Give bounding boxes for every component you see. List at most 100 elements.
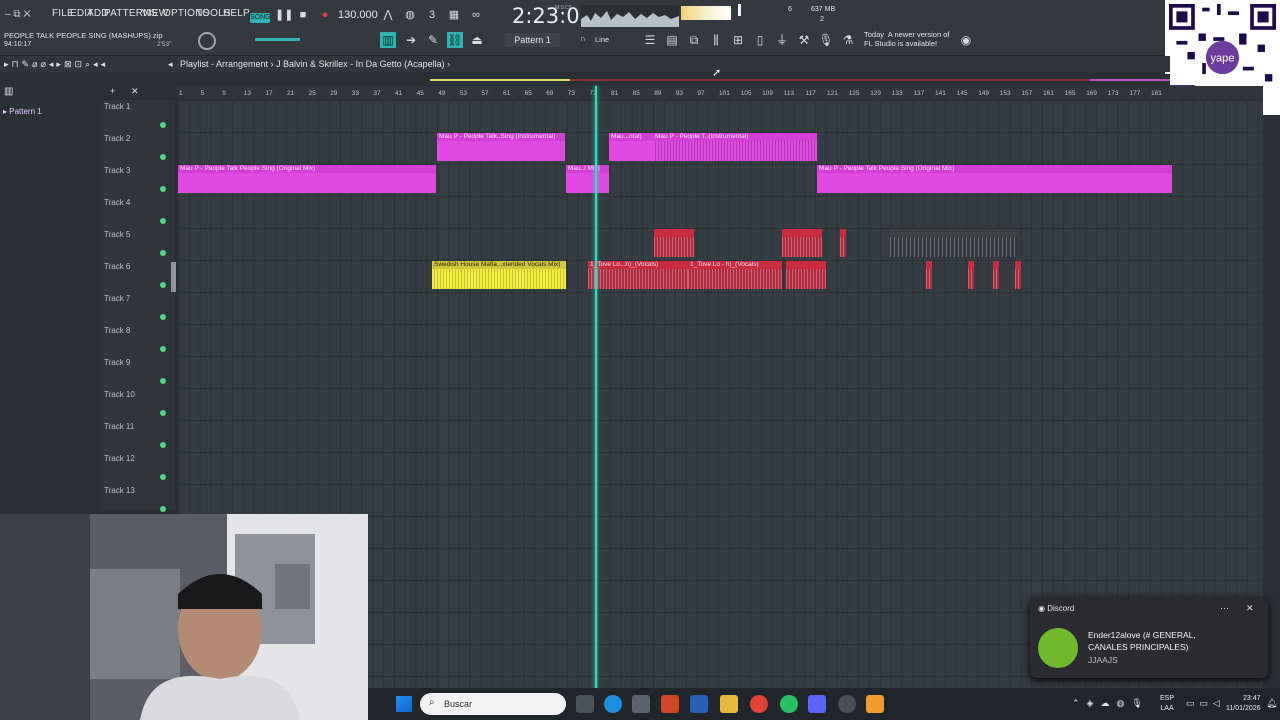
track-name[interactable]: Track 4 [104, 198, 130, 207]
master-pitch-knob[interactable] [198, 32, 216, 50]
start-icon[interactable] [396, 696, 412, 712]
store-icon[interactable] [632, 695, 650, 713]
obs-icon[interactable] [838, 695, 856, 713]
playlist-tools[interactable]: ▸⊓✎⌀⌀◂▸⊠⊡⌕◂◂ [4, 59, 108, 70]
piano-roll-icon[interactable]: ▥ [380, 32, 396, 48]
audio-clip[interactable]: Mau...ntal) [609, 133, 653, 161]
add-icon[interactable]: + [110, 86, 115, 96]
audio-clip[interactable]: 1_Tove Lo - h)_(Vocals) [688, 261, 782, 289]
track-name[interactable]: Track 9 [104, 358, 130, 367]
microphone-icon[interactable]: 🎙︎ [818, 32, 834, 48]
track-name[interactable]: Track 6 [104, 262, 130, 271]
play-pause-button[interactable]: ❚❚ [275, 8, 293, 22]
track-name[interactable]: Track 1 [104, 102, 130, 111]
tray-icons[interactable]: ⌃◈☁◍🎙︎ [1072, 698, 1150, 709]
master-volume-slider[interactable] [255, 38, 300, 41]
globe-icon[interactable]: ◉ [958, 32, 974, 48]
track-name[interactable]: Track 10 [104, 390, 135, 399]
link-icon[interactable]: ⛓ [447, 32, 463, 48]
playlist-icon[interactable]: ☰ [642, 32, 658, 48]
word-icon[interactable] [690, 695, 708, 713]
overview-strip[interactable] [180, 74, 1170, 86]
track-mute-led[interactable] [160, 218, 166, 224]
audio-clip[interactable] [654, 229, 694, 257]
track-mute-led[interactable] [160, 154, 166, 160]
fl-studio-icon[interactable] [866, 695, 884, 713]
audio-clip[interactable] [926, 261, 932, 289]
piano-icon[interactable]: ▥ [4, 86, 13, 97]
audio-clip[interactable] [993, 261, 999, 289]
wait-input-icon[interactable]: ◍ [403, 8, 417, 22]
track-name[interactable]: Track 12 [104, 454, 135, 463]
stamp-icon[interactable]: ⏏ [469, 32, 485, 48]
loop-record-icon[interactable]: ∞ [469, 8, 483, 22]
breadcrumb-song[interactable]: J Balvin & Skrillex - In Da Getto (Acape… [276, 59, 445, 69]
audio-clip[interactable]: 1_Tove Lo...h)_(Vocals) [588, 261, 688, 289]
snap-selector[interactable]: Line [595, 35, 609, 44]
track-mute-led[interactable] [160, 474, 166, 480]
track-name[interactable]: Track 13 [104, 486, 135, 495]
task-view-icon[interactable] [576, 695, 594, 713]
close-icon[interactable]: ✕ [131, 86, 139, 97]
audio-clip[interactable] [1015, 261, 1021, 289]
more-icon[interactable]: ⋯ [1220, 603, 1229, 614]
track-mute-led[interactable] [160, 282, 166, 288]
track-name[interactable]: Track 3 [104, 166, 130, 175]
channel-rack-icon[interactable]: ▤ [664, 32, 680, 48]
track-name[interactable]: Track 11 [104, 422, 134, 431]
track-mute-led[interactable] [160, 186, 166, 192]
paint-tool-icon[interactable]: ✎ [425, 32, 441, 48]
chrome-icon[interactable] [750, 695, 768, 713]
blend-notes-icon[interactable]: ▦ [447, 8, 461, 22]
browser-icon[interactable]: ⊞ [730, 32, 746, 48]
notifications-icon[interactable]: 🔔︎ [1266, 698, 1277, 709]
audio-clip-muted[interactable] [890, 229, 1018, 257]
audio-clip[interactable] [786, 261, 826, 289]
powerpoint-icon[interactable] [661, 695, 679, 713]
menu-help[interactable]: HELP [223, 8, 250, 19]
file-explorer-icon[interactable] [720, 695, 738, 713]
whatsapp-icon[interactable] [780, 695, 798, 713]
stop-button[interactable]: ■ [296, 8, 310, 22]
arrow-right-icon[interactable]: ➔ [403, 32, 419, 48]
playhead[interactable] [595, 86, 597, 690]
audio-clip[interactable]: Swedish House Mafia...xtended Vocals Mix… [432, 261, 566, 289]
playlist-menu-arrow-icon[interactable]: ◂ [168, 59, 173, 70]
track-name[interactable]: Track 5 [104, 230, 130, 239]
piano-roll-window-icon[interactable]: ⧉ [686, 32, 702, 48]
song-mode-toggle[interactable]: SONG [250, 13, 271, 23]
discord-icon[interactable] [808, 695, 826, 713]
track-mute-led[interactable] [160, 314, 166, 320]
audio-clip[interactable] [782, 229, 822, 257]
audio-clip[interactable]: Mau..l Mix) [566, 165, 609, 193]
track-mute-led[interactable] [160, 378, 166, 384]
window-controls[interactable]: ‒ ⧉ ✕ [5, 9, 31, 20]
breadcrumb-playlist[interactable]: Playlist - Arrangement [180, 59, 268, 69]
metronome-icon[interactable]: ⋀ [381, 8, 395, 22]
master-volume-marker[interactable] [738, 4, 741, 16]
audio-clip[interactable] [968, 261, 974, 289]
record-button[interactable]: ● [318, 8, 332, 22]
close-icon[interactable]: ✕ [1246, 603, 1254, 614]
track-mute-led[interactable] [160, 410, 166, 416]
plug-icon[interactable]: ⏚ [774, 32, 790, 48]
track-mute-led[interactable] [160, 506, 166, 512]
pattern-list-item[interactable]: ▸ Pattern 1 [3, 107, 42, 116]
clock[interactable]: 23:47 11/01/2026 [1226, 694, 1261, 714]
language-indicator[interactable]: ESP LAA [1160, 694, 1174, 714]
pattern-selector[interactable]: Pattern 1 [505, 33, 560, 47]
track-mute-led[interactable] [160, 442, 166, 448]
tools-icon[interactable]: ⚒ [796, 32, 812, 48]
countdown-icon[interactable]: 3 [425, 8, 439, 22]
tempo-display[interactable]: 130.000 [338, 9, 378, 21]
plugin-picker-icon[interactable]: ▯ [752, 32, 768, 48]
audio-clip[interactable] [840, 229, 846, 257]
track-mute-led[interactable] [160, 250, 166, 256]
vertical-scrollbar[interactable] [171, 262, 176, 292]
audio-clip[interactable]: Mau P - People Talk People Sing (Origina… [178, 165, 436, 193]
audio-clip[interactable]: Mau P - People T..(Instrumental) [653, 133, 817, 161]
discord-notification[interactable]: ◉ Discord ⋯ ✕ Ender12alove (# GENERAL, C… [1030, 598, 1268, 678]
edge-icon[interactable] [604, 695, 622, 713]
track-mute-led[interactable] [160, 346, 166, 352]
system-icons[interactable]: ▭▭◁ [1186, 698, 1225, 709]
